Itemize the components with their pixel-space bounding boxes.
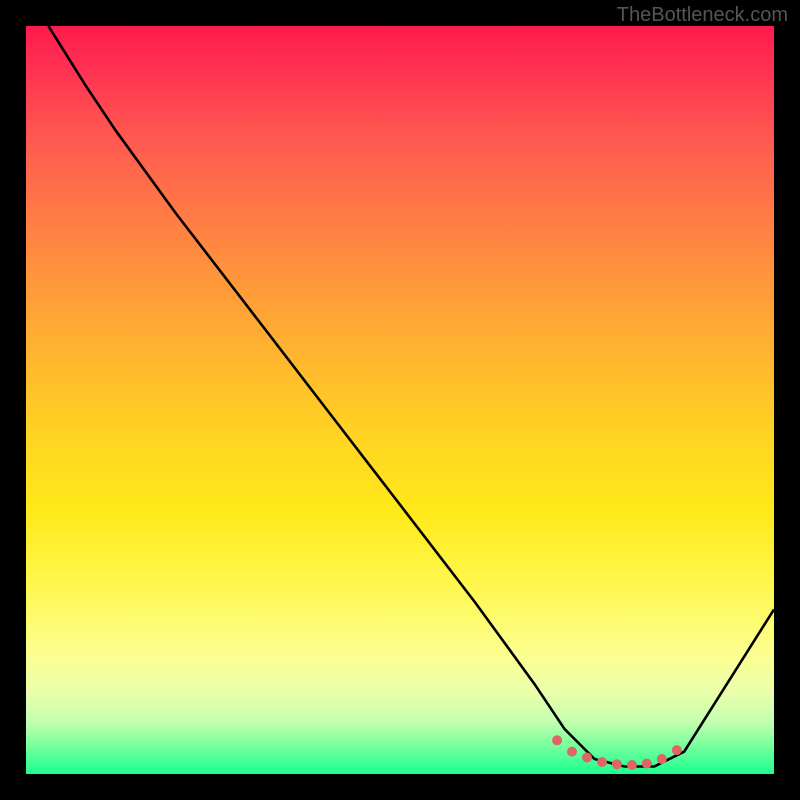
highlight-dot [672,745,682,755]
highlight-dot [597,757,607,767]
highlight-dot [612,759,622,769]
highlight-dot [642,759,652,769]
highlight-dots-group [552,735,682,770]
highlight-dot [627,760,637,770]
watermark-text: TheBottleneck.com [617,4,788,27]
highlight-dot [657,754,667,764]
highlight-dot [582,753,592,763]
bottleneck-curve-line [48,26,774,767]
highlight-dot [567,747,577,757]
chart-svg [26,26,774,774]
highlight-dot [552,735,562,745]
